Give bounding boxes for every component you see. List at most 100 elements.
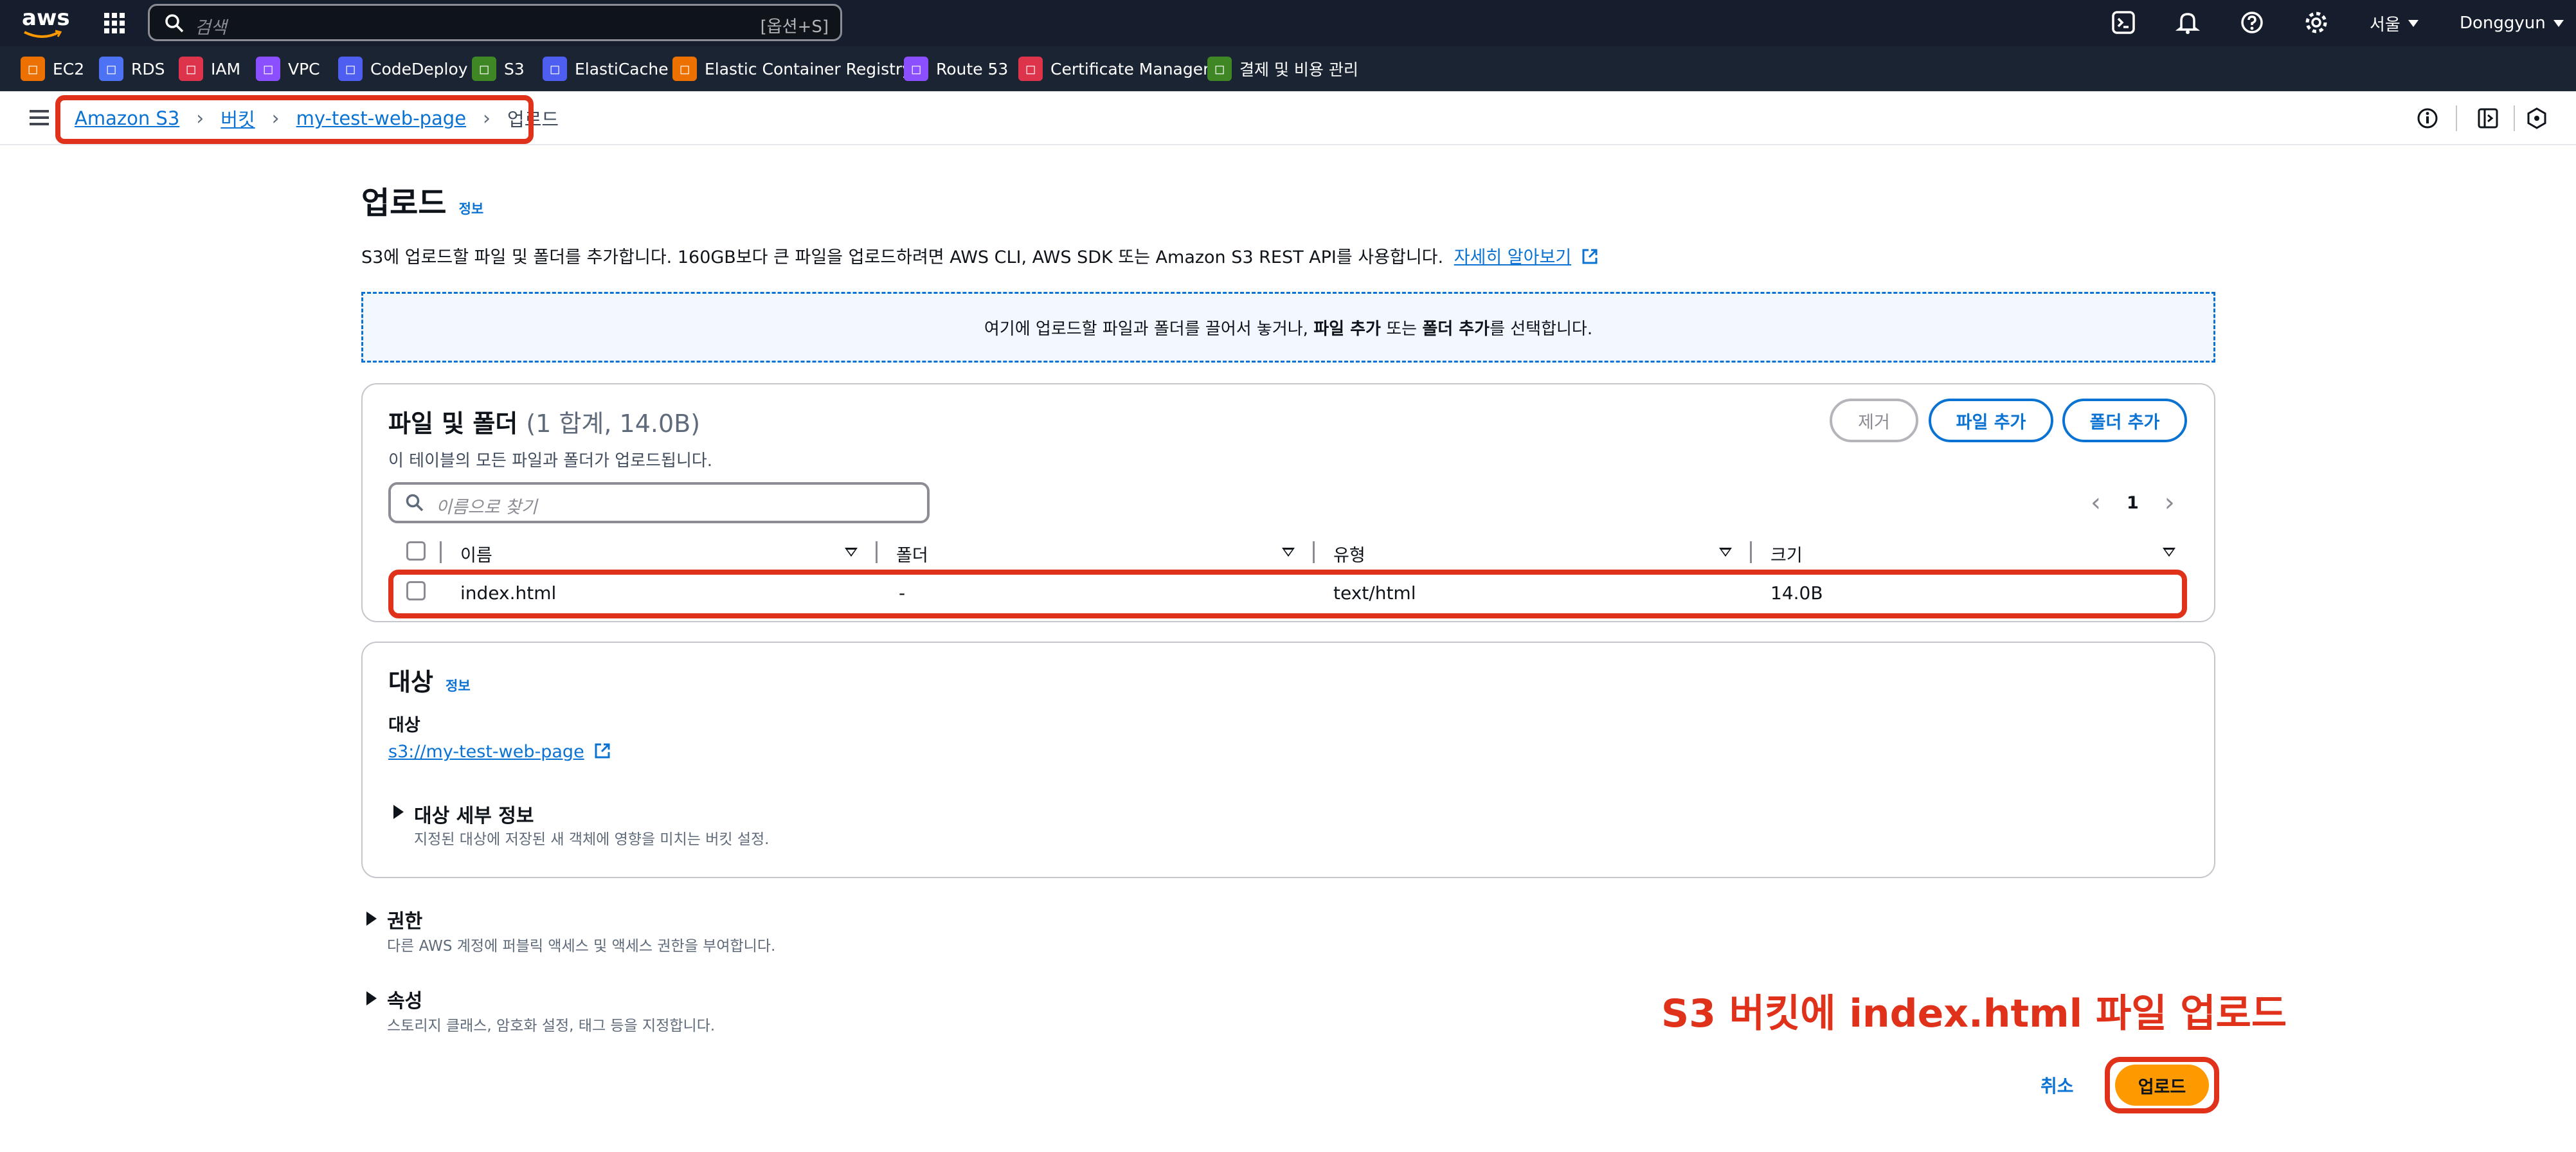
- favorite-iam[interactable]: ◻ IAM: [179, 54, 240, 84]
- favorite-elasticache[interactable]: ◻ ElastiCache: [543, 54, 669, 84]
- ecr-icon: ◻: [672, 57, 697, 81]
- destination-details-desc: 지정된 대상에 저장된 새 객체에 영향을 미치는 버킷 설정.: [414, 831, 770, 848]
- column-header-type[interactable]: 유형: [1333, 541, 1365, 566]
- codedeploy-icon: ◻: [338, 57, 363, 81]
- top-navigation-bar: aws 검색 [옵션+S] 서울 Donggyun: [0, 0, 2576, 46]
- notifications-bell-icon[interactable]: [2175, 10, 2201, 35]
- favorite-ec2[interactable]: ◻ EC2: [21, 54, 84, 84]
- files-panel-title: 파일 및 폴더 (1 합계, 14.0B): [388, 410, 701, 438]
- chevron-left-icon[interactable]: ‹: [2091, 488, 2101, 518]
- favorite-label: RDS: [131, 59, 165, 78]
- global-search-input[interactable]: 검색 [옵션+S]: [148, 4, 842, 41]
- favorite-billing[interactable]: ◻ 결제 및 비용 관리: [1207, 54, 1358, 84]
- destination-info-link[interactable]: 정보: [446, 678, 471, 694]
- sort-down-icon[interactable]: [2163, 548, 2175, 557]
- properties-toggle[interactable]: 속성: [387, 985, 422, 1013]
- upload-dropzone[interactable]: 여기에 업로드할 파일과 폴더를 끌어서 놓거나, 파일 추가 또는 폴더 추가…: [361, 292, 2215, 363]
- favorite-label: Certificate Manager: [1050, 59, 1210, 78]
- favorite-label: IAM: [211, 59, 241, 78]
- settings-gear-icon[interactable]: [2304, 10, 2328, 35]
- breadcrumb-highlight: [55, 95, 534, 144]
- column-separator: [1313, 541, 1315, 563]
- elasticache-icon: ◻: [543, 57, 567, 81]
- chevron-down-icon: [2408, 19, 2418, 27]
- column-separator: [1750, 541, 1752, 563]
- upload-button-highlight: [2105, 1057, 2219, 1113]
- page-description: S3에 업로드할 파일 및 폴더를 추가합니다. 160GB보다 큰 파일을 업…: [361, 243, 1599, 268]
- annotation-caption: S3 버킷에 index.html 파일 업로드: [1661, 991, 2287, 1036]
- properties-desc: 스토리지 클래스, 암호화 설정, 태그 등을 지정합니다.: [387, 1018, 716, 1034]
- search-icon: [165, 14, 184, 33]
- search-placeholder: 검색: [195, 18, 227, 38]
- favorite-vpc[interactable]: ◻ VPC: [256, 54, 320, 84]
- permissions-desc: 다른 AWS 계정에 퍼블릭 액세스 및 액세스 권한을 부여합니다.: [387, 938, 776, 955]
- column-header-folder[interactable]: 폴더: [896, 541, 928, 566]
- aws-logo[interactable]: aws: [22, 5, 70, 41]
- favorite-label: EC2: [53, 59, 85, 78]
- rds-icon: ◻: [99, 57, 123, 81]
- caret-right-icon[interactable]: [366, 912, 377, 926]
- help-icon[interactable]: [2240, 10, 2264, 35]
- aws-smile-icon: [24, 30, 62, 38]
- feedback-hexagon-icon[interactable]: [2525, 107, 2548, 130]
- sort-down-icon[interactable]: [1719, 548, 1732, 557]
- filter-by-name-input[interactable]: 이름으로 찾기: [388, 482, 930, 523]
- search-icon: [406, 494, 424, 512]
- files-panel-subtitle: 이 테이블의 모든 파일과 폴더가 업로드됩니다.: [388, 451, 713, 471]
- column-header-size[interactable]: 크기: [1770, 541, 1803, 566]
- destination-bucket-link[interactable]: s3://my-test-web-page: [388, 742, 584, 762]
- page-title: 업로드 정보: [361, 185, 484, 221]
- select-all-checkbox[interactable]: [406, 541, 426, 561]
- caret-right-icon[interactable]: [393, 805, 404, 819]
- add-files-button[interactable]: 파일 추가: [1929, 399, 2053, 442]
- info-panel-icon[interactable]: [2416, 107, 2439, 130]
- region-selector[interactable]: 서울: [2370, 10, 2418, 36]
- caret-right-icon[interactable]: [366, 991, 377, 1005]
- permissions-toggle[interactable]: 권한: [387, 905, 422, 933]
- learn-more-link[interactable]: 자세히 알아보기: [1454, 248, 1571, 267]
- cancel-button[interactable]: 취소: [2040, 1072, 2074, 1098]
- sort-down-icon[interactable]: [1282, 548, 1295, 557]
- s3-icon: ◻: [472, 57, 496, 81]
- side-panel-icon[interactable]: [2476, 107, 2499, 130]
- services-grid-icon[interactable]: [103, 12, 126, 35]
- divider: [2514, 105, 2515, 131]
- destination-title: 대상 정보: [388, 668, 471, 696]
- chevron-down-icon: [2553, 19, 2564, 27]
- destination-details-toggle[interactable]: 대상 세부 정보: [414, 800, 534, 828]
- account-menu[interactable]: Donggyun: [2460, 10, 2564, 36]
- billing-icon: ◻: [1207, 57, 1232, 81]
- remove-button[interactable]: 제거: [1830, 399, 1918, 442]
- external-link-icon: [1582, 249, 1598, 264]
- favorite-label: VPC: [288, 59, 320, 78]
- vpc-icon: ◻: [256, 57, 280, 81]
- file-row-highlight: [388, 570, 2187, 618]
- sort-down-icon[interactable]: [845, 548, 858, 557]
- favorite-codedeploy[interactable]: ◻ CodeDeploy: [338, 54, 468, 84]
- favorite-label: Elastic Container Registry: [705, 59, 912, 78]
- pagination: ‹ 1 ›: [2091, 488, 2175, 518]
- destination-label: 대상: [388, 716, 420, 735]
- page-info-link[interactable]: 정보: [459, 201, 484, 217]
- iam-icon: ◻: [179, 57, 203, 81]
- add-folder-button[interactable]: 폴더 추가: [2062, 399, 2187, 442]
- favorite-rds[interactable]: ◻ RDS: [99, 54, 165, 84]
- page-number[interactable]: 1: [2127, 493, 2139, 513]
- menu-hamburger-icon[interactable]: [28, 108, 50, 127]
- favorite-route53[interactable]: ◻ Route 53: [904, 54, 1008, 84]
- favorite-label: S3: [504, 59, 525, 78]
- external-link-icon: [595, 743, 610, 759]
- destination-value: s3://my-test-web-page: [388, 742, 611, 762]
- column-separator: [440, 541, 442, 563]
- column-header-name[interactable]: 이름: [460, 541, 492, 566]
- favorite-s3[interactable]: ◻ S3: [472, 54, 525, 84]
- chevron-right-icon[interactable]: ›: [2165, 488, 2175, 518]
- favorite-certificate-manager[interactable]: ◻ Certificate Manager: [1018, 54, 1209, 84]
- certificate-manager-icon: ◻: [1018, 57, 1043, 81]
- favorite-ecr[interactable]: ◻ Elastic Container Registry: [672, 54, 912, 84]
- cloudshell-icon[interactable]: [2111, 10, 2136, 35]
- search-shortcut: [옵션+S]: [760, 17, 829, 37]
- favorite-label: Route 53: [936, 59, 1009, 78]
- favorite-label: ElastiCache: [575, 59, 669, 78]
- divider: [2456, 105, 2457, 131]
